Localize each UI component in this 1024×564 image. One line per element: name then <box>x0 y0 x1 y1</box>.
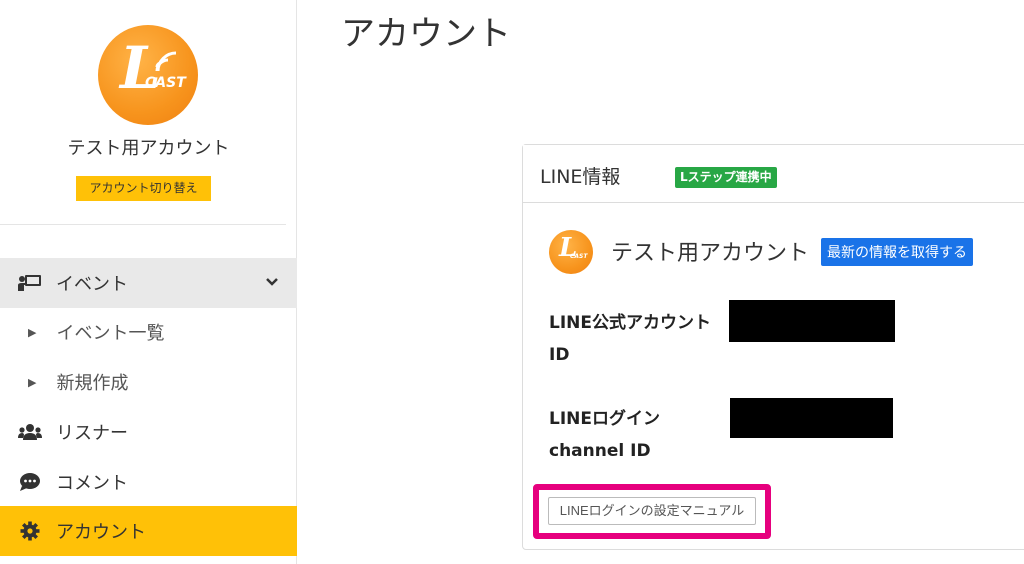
sidebar-item-new[interactable]: ▶ 新規作成 <box>0 357 297 407</box>
caret-right-icon: ▶ <box>28 375 37 389</box>
gear-icon <box>18 521 42 541</box>
sidebar-item-label: イベント一覧 <box>56 323 165 344</box>
chevron-down-icon <box>266 278 278 286</box>
broadcast-icon <box>155 51 177 71</box>
official-account-id-value-redacted <box>729 300 895 342</box>
sidebar-item-label: イベント <box>56 274 128 295</box>
login-channel-id-value-redacted <box>730 398 893 438</box>
account-name: テスト用アカウント <box>67 138 230 159</box>
presentation-icon <box>18 273 42 293</box>
account-avatar: L CAST <box>549 230 593 274</box>
login-channel-id-label: LINEログイン channel ID <box>549 409 660 461</box>
avatar-cast-text: CAST <box>570 253 588 260</box>
line-login-manual-button[interactable]: LINEログインの設定マニュアル <box>548 497 756 525</box>
users-icon <box>18 422 42 442</box>
sidebar-item-comment[interactable]: コメント <box>0 457 297 507</box>
sidebar: L CAST テスト用アカウント アカウント切り替え イベント ▶ イベント一覧… <box>0 0 297 564</box>
sidebar-item-label: リスナー <box>56 423 128 444</box>
lstep-status-badge: Lステップ連携中 <box>675 167 777 188</box>
comment-icon <box>18 472 42 492</box>
official-account-id-label: LINE公式アカウント ID <box>549 313 711 365</box>
caret-right-icon: ▶ <box>28 325 37 339</box>
sidebar-item-listener[interactable]: リスナー <box>0 407 297 457</box>
sidebar-item-event-list[interactable]: ▶ イベント一覧 <box>0 307 297 357</box>
card-title: LINE情報 <box>540 166 621 188</box>
lcast-logo: L CAST <box>98 25 198 125</box>
logo-cast-text: CAST <box>145 75 186 91</box>
card-header: LINE情報 Lステップ連携中 <box>523 145 1024 203</box>
page-title: アカウント <box>341 14 511 54</box>
sidebar-item-label: 新規作成 <box>56 373 129 394</box>
sidebar-item-label: コメント <box>56 473 128 494</box>
switch-account-button[interactable]: アカウント切り替え <box>76 176 211 201</box>
sidebar-item-account[interactable]: アカウント <box>0 506 297 556</box>
sidebar-divider <box>0 224 286 225</box>
sidebar-item-event[interactable]: イベント <box>0 258 297 308</box>
refresh-info-button[interactable]: 最新の情報を取得する <box>821 238 973 266</box>
card-account-name: テスト用アカウント <box>611 241 810 266</box>
sidebar-item-label: アカウント <box>56 522 146 543</box>
